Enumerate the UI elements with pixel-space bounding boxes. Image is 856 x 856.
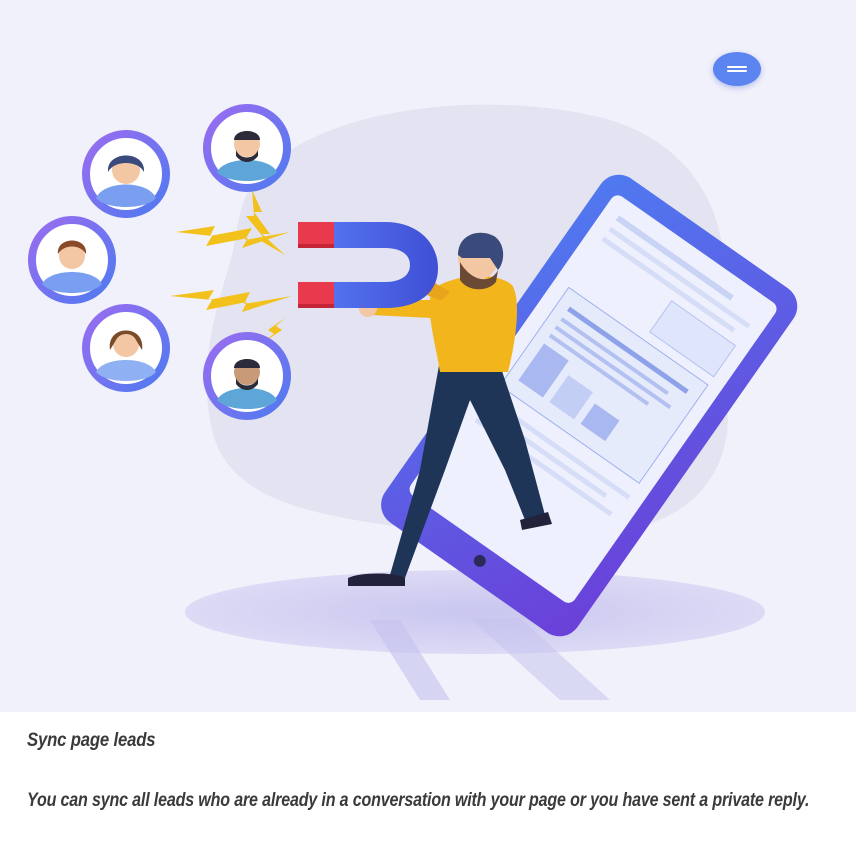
hamburger-menu-icon: [727, 66, 747, 68]
avatar-5: [203, 332, 291, 420]
avatar-1: [82, 130, 170, 218]
lead-magnet-illustration: [28, 104, 798, 700]
hero-illustration: [0, 0, 856, 712]
avatar-3: [28, 216, 116, 304]
avatar-2: [203, 104, 291, 192]
caption-description: You can sync all leads who are already i…: [27, 790, 810, 811]
hamburger-menu-icon-line: [727, 70, 747, 72]
avatar-4: [82, 304, 170, 392]
menu-button[interactable]: [713, 52, 761, 86]
floor-shadow: [185, 570, 765, 654]
caption-title: Sync page leads: [27, 730, 156, 751]
feature-caption: Sync page leads You can sync all leads w…: [0, 712, 856, 856]
